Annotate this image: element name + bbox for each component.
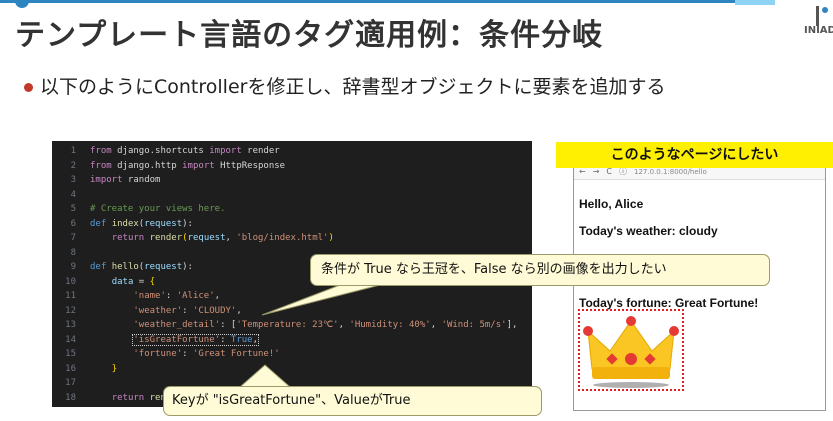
callout-pointers — [238, 284, 381, 388]
condition-callout: 条件が True なら王冠を、False なら別の画像を出力したい — [310, 254, 770, 286]
key-value-callout: Keyが "isGreatFortune"、ValueがTrue — [163, 386, 542, 416]
